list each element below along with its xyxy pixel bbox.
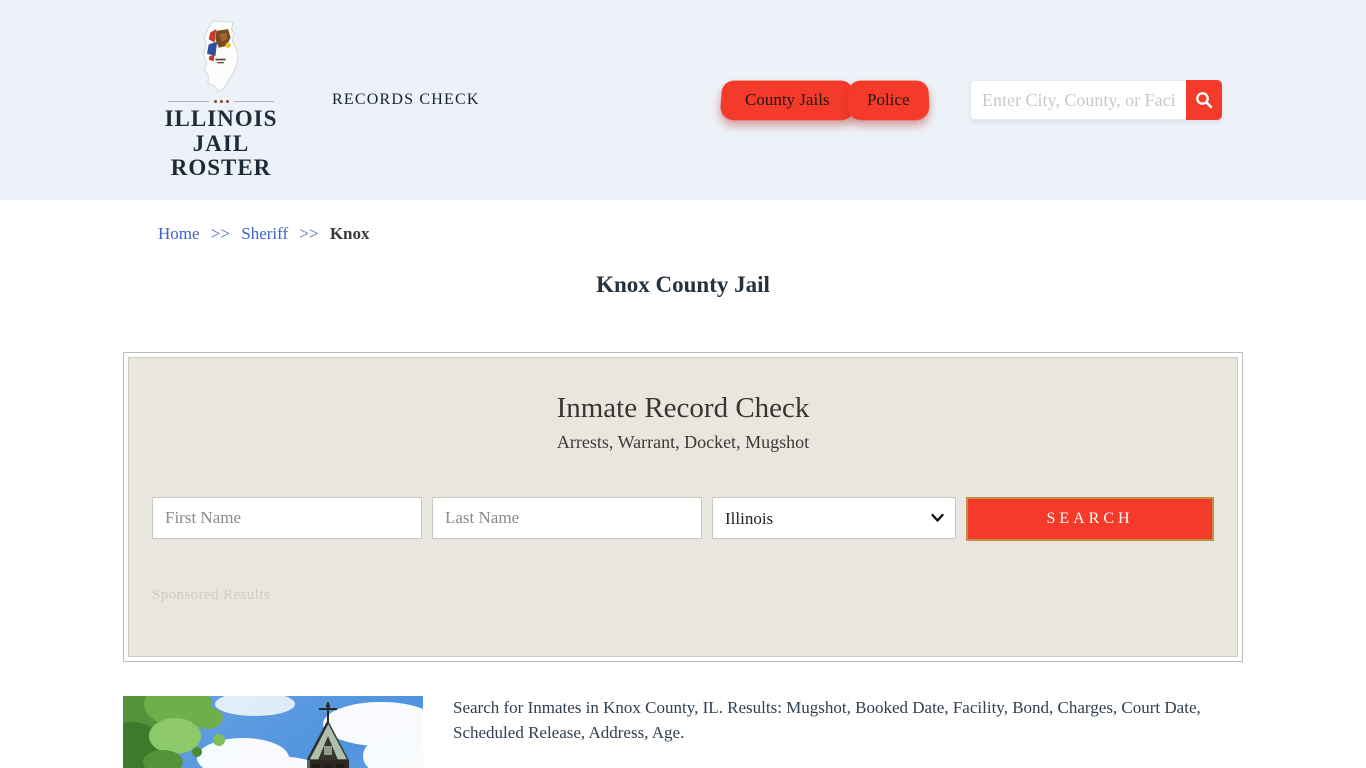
records-check-tagline: RECORDS CHECK	[332, 91, 480, 108]
sponsored-results-label: Sponsored Results	[152, 587, 271, 603]
nav-county-jails-button[interactable]: County Jails	[719, 80, 856, 121]
breadcrumb-current-knox: Knox	[329, 224, 370, 243]
breadcrumb-sheriff-link[interactable]: Sheriff	[241, 224, 288, 243]
panel-title: Inmate Record Check	[556, 392, 810, 424]
header-nav: County Jails Police	[719, 80, 929, 121]
county-search-description: Search for Inmates in Knox County, IL. R…	[453, 698, 1201, 742]
header-search	[970, 80, 1222, 120]
nav-police-button[interactable]: Police	[846, 80, 929, 121]
breadcrumb-separator: >>	[210, 224, 230, 243]
site-header: ILLINOIS JAIL ROSTER RECORDS CHECK Count…	[0, 0, 1366, 200]
facility-search-button[interactable]	[1186, 80, 1222, 120]
logo-text-line1: ILLINOIS	[164, 105, 278, 131]
site-logo[interactable]: ILLINOIS JAIL ROSTER	[146, 19, 296, 181]
inmate-search-button[interactable]: SEARCH	[966, 497, 1214, 541]
inmate-record-check-panel-inner: Inmate Record Check Arrests, Warrant, Do…	[128, 357, 1238, 657]
page-title: Knox County Jail	[596, 272, 770, 297]
state-select[interactable]: Illinois	[712, 497, 956, 539]
breadcrumb: Home >> Sheriff >> Knox	[158, 224, 1366, 244]
courthouse-tower-photo	[123, 696, 423, 768]
search-icon	[1196, 92, 1213, 109]
facility-search-input[interactable]	[970, 80, 1186, 120]
logo-divider	[168, 99, 274, 103]
breadcrumb-separator: >>	[299, 224, 319, 243]
inmate-search-form: Illinois SEARCH	[152, 497, 1214, 541]
logo-text-line2: JAIL ROSTER	[170, 130, 272, 181]
breadcrumb-home-link[interactable]: Home	[158, 224, 200, 243]
county-info-text: Search for Inmates in Knox County, IL. R…	[453, 696, 1213, 768]
first-name-input[interactable]	[152, 497, 422, 539]
inmate-record-check-panel: Inmate Record Check Arrests, Warrant, Do…	[123, 352, 1243, 662]
panel-subtitle: Arrests, Warrant, Docket, Mugshot	[556, 432, 810, 452]
illinois-state-seal-icon	[202, 20, 239, 92]
county-info-section: Search for Inmates in Knox County, IL. R…	[123, 696, 1243, 768]
last-name-input[interactable]	[432, 497, 702, 539]
state-select-wrap: Illinois	[712, 497, 956, 539]
